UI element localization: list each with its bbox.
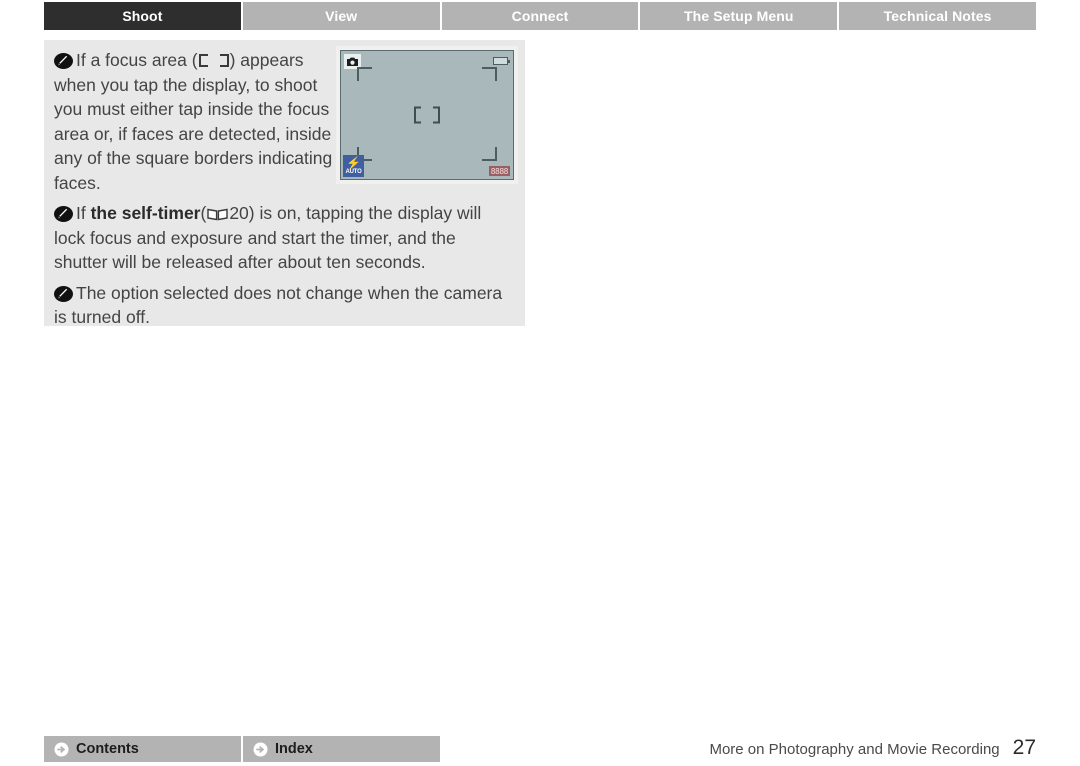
arrow-right-circle-icon [253,742,268,757]
tab-connect[interactable]: Connect [441,2,639,30]
note-bold-term: the self-timer [90,203,201,223]
tab-shoot-label: Shoot [122,8,163,24]
tab-shoot[interactable]: Shoot [44,2,241,30]
frame-counter: 8888 [488,166,510,176]
center-focus-bracket-icon [414,106,440,124]
focus-area-brackets-icon [198,54,229,68]
index-button[interactable]: Index [243,736,440,762]
focus-corner-bottom-right [482,147,497,161]
flash-bolt-icon: ⚡ [346,156,361,170]
tab-the-setup-menu-label: The Setup Menu [684,8,794,24]
tab-technical-notes-label: Technical Notes [883,8,992,24]
note-lead-text: If [76,203,91,223]
section-title: More on Photography and Movie Recording [709,741,1000,758]
lcd-screen: ⚡ AUTO 8888 [340,50,514,180]
focus-corner-top-right [482,67,497,81]
contents-button[interactable]: Contents [44,736,241,762]
index-button-label: Index [275,741,313,757]
tab-connect-label: Connect [511,8,569,24]
flash-auto-badge: ⚡ AUTO [343,155,364,177]
camera-display-illustration: ⚡ AUTO 8888 [336,46,518,184]
tab-the-setup-menu[interactable]: The Setup Menu [640,2,838,30]
note-item-option-persists: The option selected does not change when… [54,281,513,330]
focus-corner-top-left [357,67,372,81]
note-pencil-icon [54,285,73,302]
tab-view-label: View [325,8,358,24]
note-pencil-icon [54,53,73,69]
note-pencil-icon [54,206,73,222]
chapter-tab-bar: Shoot View Connect The Setup Menu Techni… [44,2,1036,30]
battery-icon [493,57,510,65]
tab-view[interactable]: View [242,2,440,30]
book-reference-icon [207,207,229,221]
footer-navigation: Contents Index [44,736,440,762]
contents-button-label: Contents [76,741,139,757]
page-number: 27 [1012,736,1036,759]
note-page-reference: 20 [229,203,249,223]
note-text: The option selected does not change when… [54,282,503,328]
arrow-right-circle-icon [54,742,69,757]
note-text-before-glyph: If a focus area ( [76,50,198,70]
note-item-self-timer: If the self-timer( 20) is on, tapping th… [54,201,513,275]
tab-technical-notes[interactable]: Technical Notes [839,2,1036,30]
flash-auto-label: AUTO [345,169,362,175]
note-item-focus-area: If a focus area () appears when you tap … [54,48,344,195]
note-text-after-glyph: ) appears when you tap the display, to s… [54,50,333,193]
footer-page-info: More on Photography and Movie Recording … [709,736,1036,762]
note-paren-open: ( [200,203,207,223]
